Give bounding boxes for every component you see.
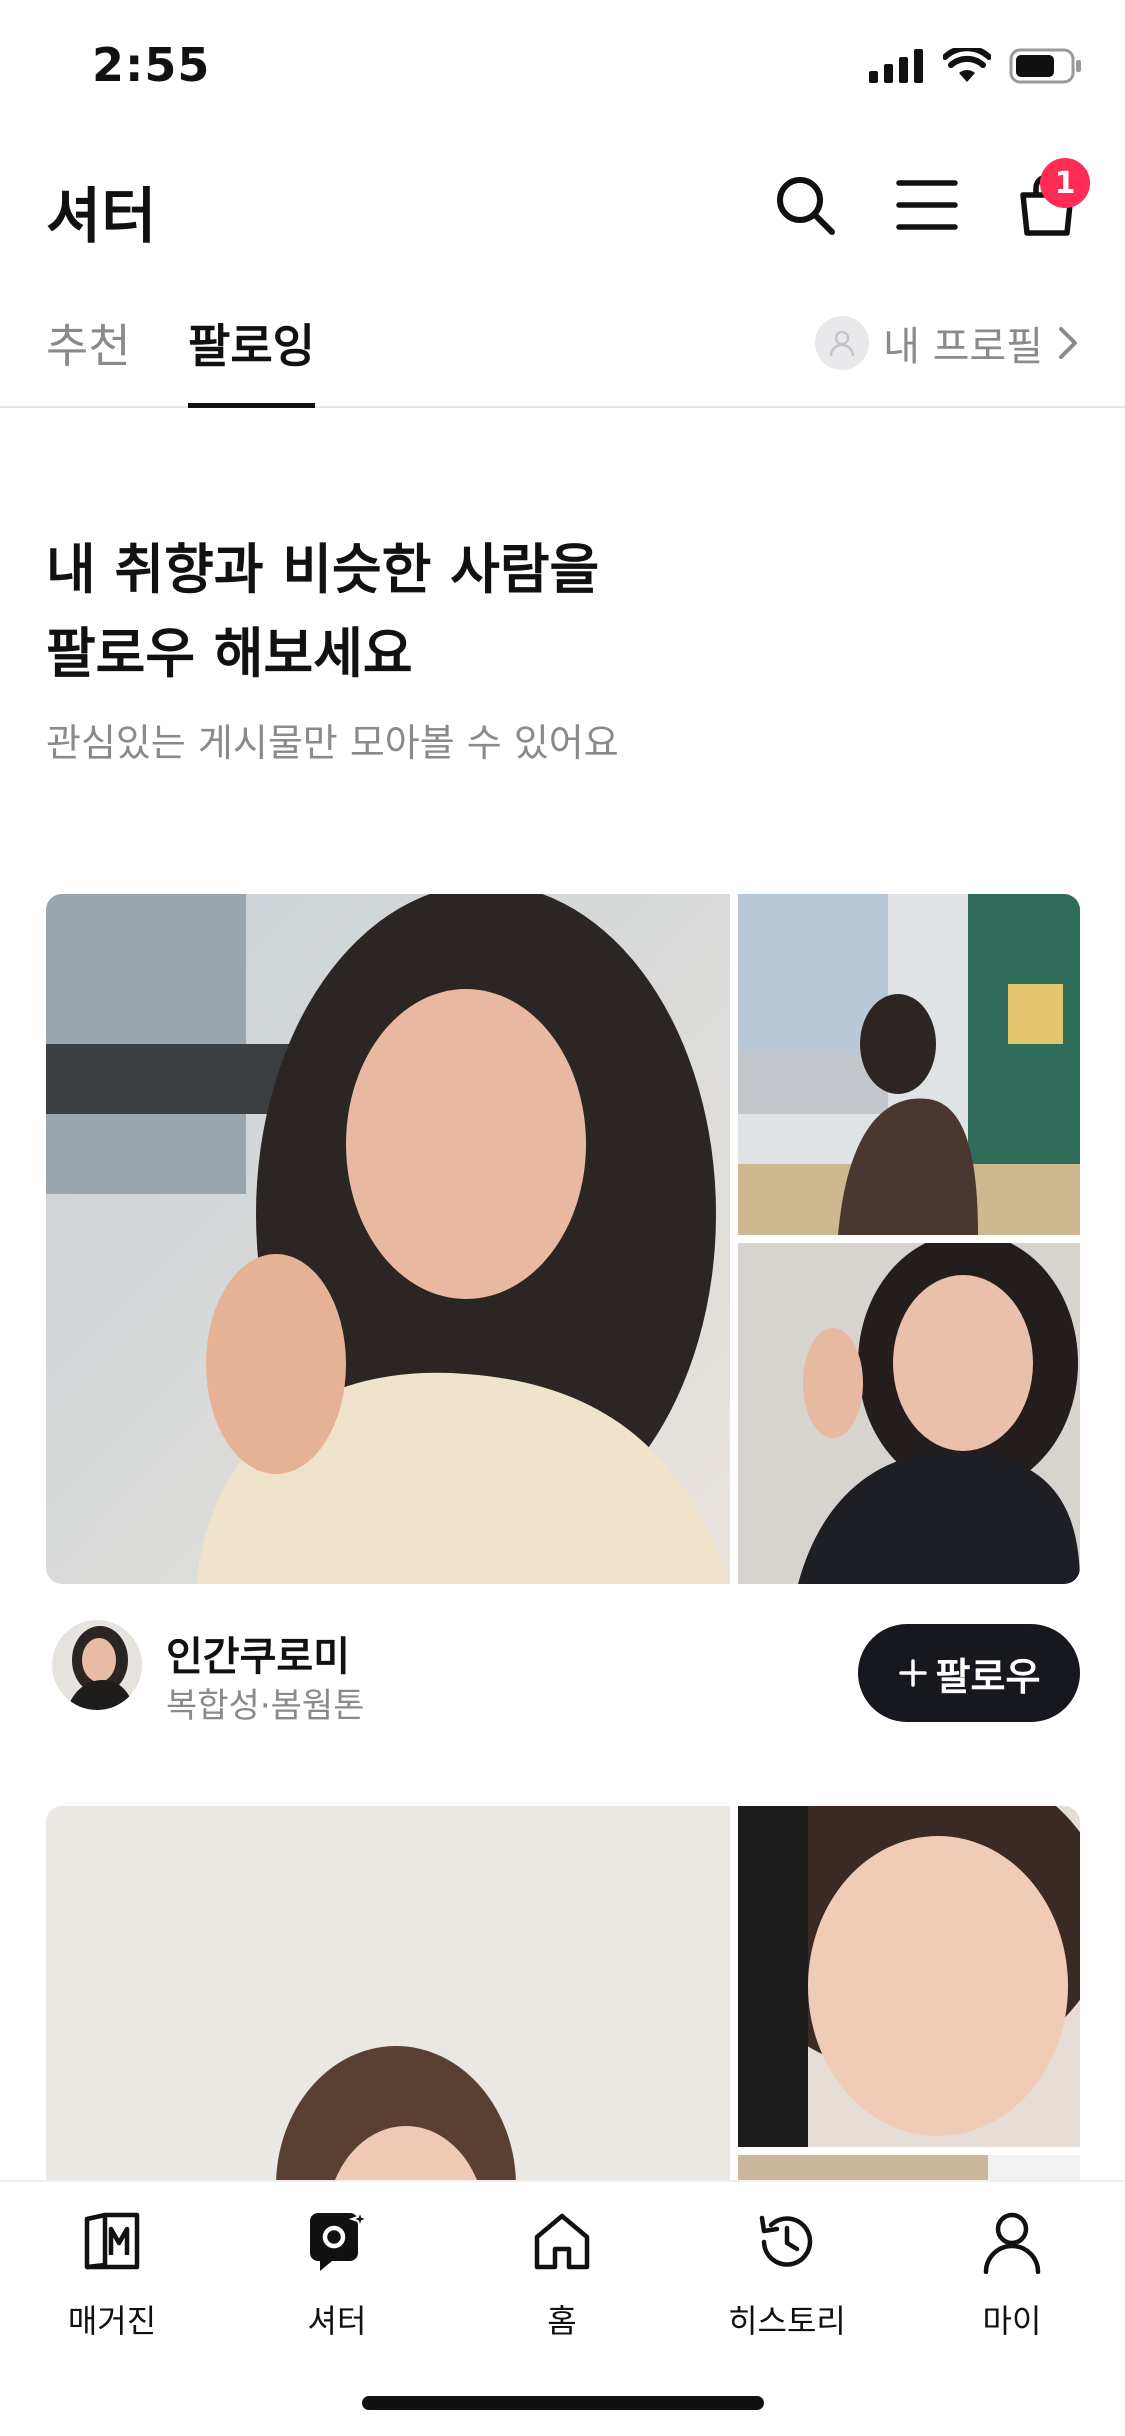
nav-item-my[interactable]: 마이 (912, 2202, 1112, 2342)
user-card: 인간쿠로미 복합성·봄웜톤 팔로우 (46, 894, 1080, 1734)
nav-label: 매거진 (67, 2302, 157, 2340)
user-name[interactable]: 인간쿠로미 (166, 1624, 350, 1682)
battery-icon (1009, 48, 1081, 84)
person-icon (972, 2202, 1052, 2282)
nav-item-home[interactable]: 홈 (462, 2202, 662, 2342)
menu-button[interactable] (892, 170, 962, 240)
user-tags: 복합성·봄웜톤 (166, 1686, 365, 1726)
wifi-icon (943, 48, 991, 82)
plus-icon (898, 1659, 927, 1687)
tab-following[interactable]: 팔로잉 (188, 310, 315, 408)
follow-label: 팔로우 (935, 1654, 1041, 1699)
history-icon (747, 2202, 827, 2282)
status-icons (869, 48, 1083, 84)
post-photo[interactable] (738, 1243, 1080, 1584)
shutter-icon (297, 2202, 377, 2282)
cart-button[interactable]: 1 (1012, 158, 1090, 240)
my-profile-label: 내 프로필 (883, 324, 1043, 370)
search-button[interactable] (770, 170, 840, 240)
home-indicator (362, 2396, 764, 2410)
post-photo[interactable] (46, 894, 730, 1584)
nav-item-magazine[interactable]: 매거진 (12, 2202, 212, 2342)
status-time: 2:55 (92, 38, 211, 92)
avatar (815, 316, 870, 370)
nav-item-shutter[interactable]: 셔터 (237, 2202, 437, 2342)
tab-bar: 추천 팔로잉 내 프로필 (0, 300, 1125, 408)
search-icon (777, 177, 835, 235)
avatar[interactable] (52, 1620, 142, 1710)
hero-title-line: 내 취향과 비슷한 사람을 (46, 538, 600, 601)
photo-collage[interactable] (46, 894, 1080, 1584)
status-bar: 2:55 (0, 0, 1125, 130)
nav-item-history[interactable]: 히스토리 (687, 2202, 887, 2342)
hero-title: 내 취향과 비슷한 사람을 팔로우 해보세요 (46, 528, 1046, 696)
nav-label: 홈 (547, 2302, 577, 2340)
hero-title-line: 팔로우 해보세요 (46, 622, 413, 685)
nav-label: 셔터 (307, 2302, 367, 2340)
my-profile-link[interactable]: 내 프로필 (815, 314, 1079, 372)
nav-label: 마이 (982, 2302, 1042, 2340)
user-row: 인간쿠로미 복합성·봄웜톤 팔로우 (46, 1584, 1080, 1734)
chevron-right-icon (1059, 327, 1077, 359)
magazine-icon (72, 2202, 152, 2282)
person-icon (829, 330, 855, 357)
hero-subtitle: 관심있는 게시물만 모아볼 수 있어요 (46, 721, 619, 765)
cart-count-badge: 1 (1040, 158, 1090, 208)
tab-recommended[interactable]: 추천 (46, 310, 131, 406)
home-icon (522, 2202, 602, 2282)
page-title: 셔터 (46, 182, 157, 252)
post-photo[interactable] (738, 1806, 1080, 2147)
post-photo[interactable] (738, 894, 1080, 1235)
menu-icon (896, 180, 958, 230)
app-header: 셔터 1 (0, 150, 1125, 260)
nav-label: 히스토리 (728, 2302, 846, 2340)
signal-icon (869, 49, 923, 83)
follow-button[interactable]: 팔로우 (858, 1624, 1080, 1722)
